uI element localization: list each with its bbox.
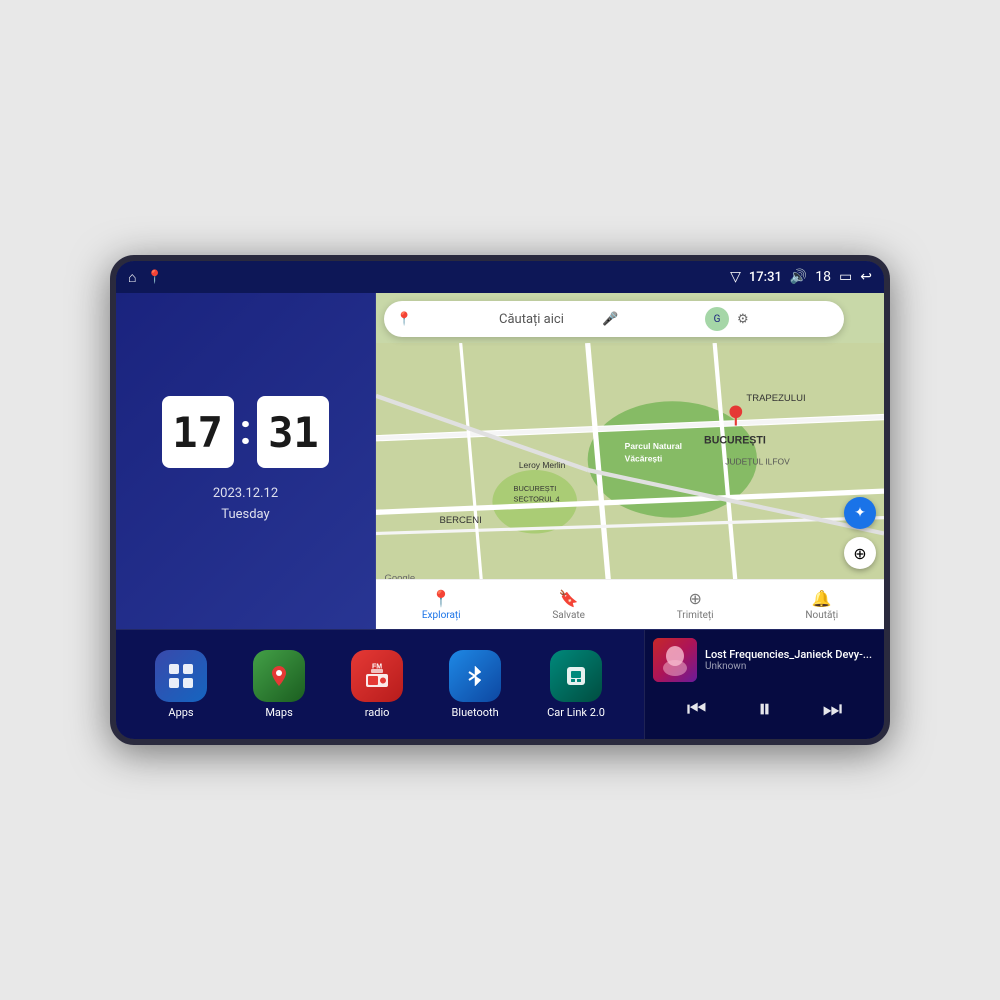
map-settings-icon[interactable]: ⚙ — [737, 312, 832, 327]
map-nav-saved[interactable]: 🔖 Salvate — [552, 589, 585, 621]
svg-text:Leroy Merlin: Leroy Merlin — [519, 460, 566, 470]
clock-colon: : — [240, 406, 252, 455]
map-search-placeholder[interactable]: Căutați aici — [499, 312, 594, 327]
map-nav-send[interactable]: ⊕ Trimiteți — [677, 589, 714, 621]
carlink-label: Car Link 2.0 — [547, 706, 605, 719]
clock-widget: 17 : 31 2023.12.12 Tuesday — [116, 293, 376, 629]
apps-label: Apps — [168, 706, 193, 719]
svg-text:SECTORUL 4: SECTORUL 4 — [514, 495, 560, 504]
map-avatar[interactable]: G — [705, 307, 729, 331]
radio-icon: FM — [363, 662, 391, 690]
signal-icon: ▽ — [730, 269, 741, 285]
news-label: Noutăți — [805, 610, 838, 621]
apps-bubble — [155, 650, 207, 702]
status-left-icons: ⌂ 📍 — [128, 269, 163, 286]
status-right-icons: ▽ 17:31 🔊 18 ▭ ↩ — [730, 269, 872, 285]
radio-label: radio — [365, 706, 390, 719]
maps-icon — [265, 662, 293, 690]
music-title: Lost Frequencies_Janieck Devy-... — [705, 648, 876, 661]
app-icon-maps[interactable]: Maps — [253, 650, 305, 719]
bluetooth-label: Bluetooth — [452, 706, 499, 719]
music-player: Lost Frequencies_Janieck Devy-... Unknow… — [644, 630, 884, 739]
map-mic-icon[interactable]: 🎤 — [602, 312, 697, 327]
screen: ⌂ 📍 ▽ 17:31 🔊 18 ▭ ↩ 17 : — [116, 261, 884, 739]
main-area: 17 : 31 2023.12.12 Tuesday 📍 Căutați aic… — [116, 293, 884, 739]
app-icon-radio[interactable]: FM radio — [351, 650, 403, 719]
svg-text:BUCUREȘTI: BUCUREȘTI — [514, 484, 557, 493]
saved-icon: 🔖 — [559, 589, 579, 608]
status-bar: ⌂ 📍 ▽ 17:31 🔊 18 ▭ ↩ — [116, 261, 884, 293]
music-prev-button[interactable]: ⏮ — [687, 697, 707, 722]
map-pin-icon: 📍 — [396, 312, 491, 327]
battery-level: 18 — [815, 269, 831, 285]
maps-label: Maps — [265, 706, 292, 719]
music-next-button[interactable]: ⏭ — [822, 697, 842, 722]
saved-label: Salvate — [552, 610, 585, 621]
map-svg: TRAPEZULUI BUCUREȘTI JUDEȚUL ILFOV BERCE… — [376, 343, 884, 586]
map-navigate-button[interactable]: ✦ — [844, 497, 876, 529]
bluetooth-icon — [461, 662, 489, 690]
carlink-icon — [562, 662, 590, 690]
svg-text:Văcărești: Văcărești — [625, 454, 663, 464]
apps-icon — [167, 662, 195, 690]
map-location-button[interactable]: ⊕ — [844, 537, 876, 569]
device-frame: ⌂ 📍 ▽ 17:31 🔊 18 ▭ ↩ 17 : — [110, 255, 890, 745]
maps-nav-icon[interactable]: 📍 — [146, 270, 162, 285]
bottom-section: Apps Maps — [116, 629, 884, 739]
volume-icon: 🔊 — [790, 269, 807, 285]
app-icon-apps[interactable]: Apps — [155, 650, 207, 719]
clock-digits: 17 : 31 — [162, 396, 330, 468]
send-label: Trimiteți — [677, 610, 714, 621]
top-section: 17 : 31 2023.12.12 Tuesday 📍 Căutați aic… — [116, 293, 884, 629]
svg-text:BUCUREȘTI: BUCUREȘTI — [704, 435, 766, 447]
explore-icon: 📍 — [431, 589, 451, 608]
clock-minute: 31 — [257, 396, 329, 468]
map-nav-explore[interactable]: 📍 Explorați — [422, 589, 461, 621]
clock-hour: 17 — [162, 396, 234, 468]
news-icon: 🔔 — [812, 589, 832, 608]
app-icons-bar: Apps Maps — [116, 630, 644, 739]
svg-text:Parcul Natural: Parcul Natural — [625, 441, 682, 451]
svg-text:JUDEȚUL ILFOV: JUDEȚUL ILFOV — [725, 457, 790, 467]
map-search-bar[interactable]: 📍 Căutați aici 🎤 G ⚙ — [384, 301, 844, 337]
explore-label: Explorați — [422, 610, 461, 621]
status-time: 17:31 — [749, 270, 782, 285]
back-icon[interactable]: ↩ — [860, 269, 872, 285]
send-icon: ⊕ — [688, 589, 701, 608]
music-thumb-art — [653, 638, 697, 682]
svg-text:BERCENI: BERCENI — [439, 515, 481, 526]
bluetooth-bubble — [449, 650, 501, 702]
music-play-button[interactable]: ⏸ — [758, 694, 771, 725]
music-text: Lost Frequencies_Janieck Devy-... Unknow… — [705, 648, 876, 672]
clock-date: 2023.12.12 Tuesday — [213, 484, 278, 526]
radio-bubble: FM — [351, 650, 403, 702]
map-nav-news[interactable]: 🔔 Noutăți — [805, 589, 838, 621]
music-thumbnail — [653, 638, 697, 682]
map-bottom-nav: 📍 Explorați 🔖 Salvate ⊕ Trimiteți 🔔 — [376, 579, 884, 629]
map-widget[interactable]: 📍 Căutați aici 🎤 G ⚙ — [376, 293, 884, 629]
music-controls: ⏮ ⏸ ⏭ — [653, 690, 876, 729]
music-artist: Unknown — [705, 661, 876, 672]
carlink-bubble — [550, 650, 602, 702]
maps-bubble — [253, 650, 305, 702]
music-info: Lost Frequencies_Janieck Devy-... Unknow… — [653, 638, 876, 682]
app-icon-carlink[interactable]: Car Link 2.0 — [547, 650, 605, 719]
svg-text:FM: FM — [372, 664, 382, 671]
svg-text:TRAPEZULUI: TRAPEZULUI — [746, 393, 805, 404]
home-icon[interactable]: ⌂ — [128, 269, 136, 286]
battery-icon: ▭ — [839, 269, 852, 285]
app-icon-bluetooth[interactable]: Bluetooth — [449, 650, 501, 719]
